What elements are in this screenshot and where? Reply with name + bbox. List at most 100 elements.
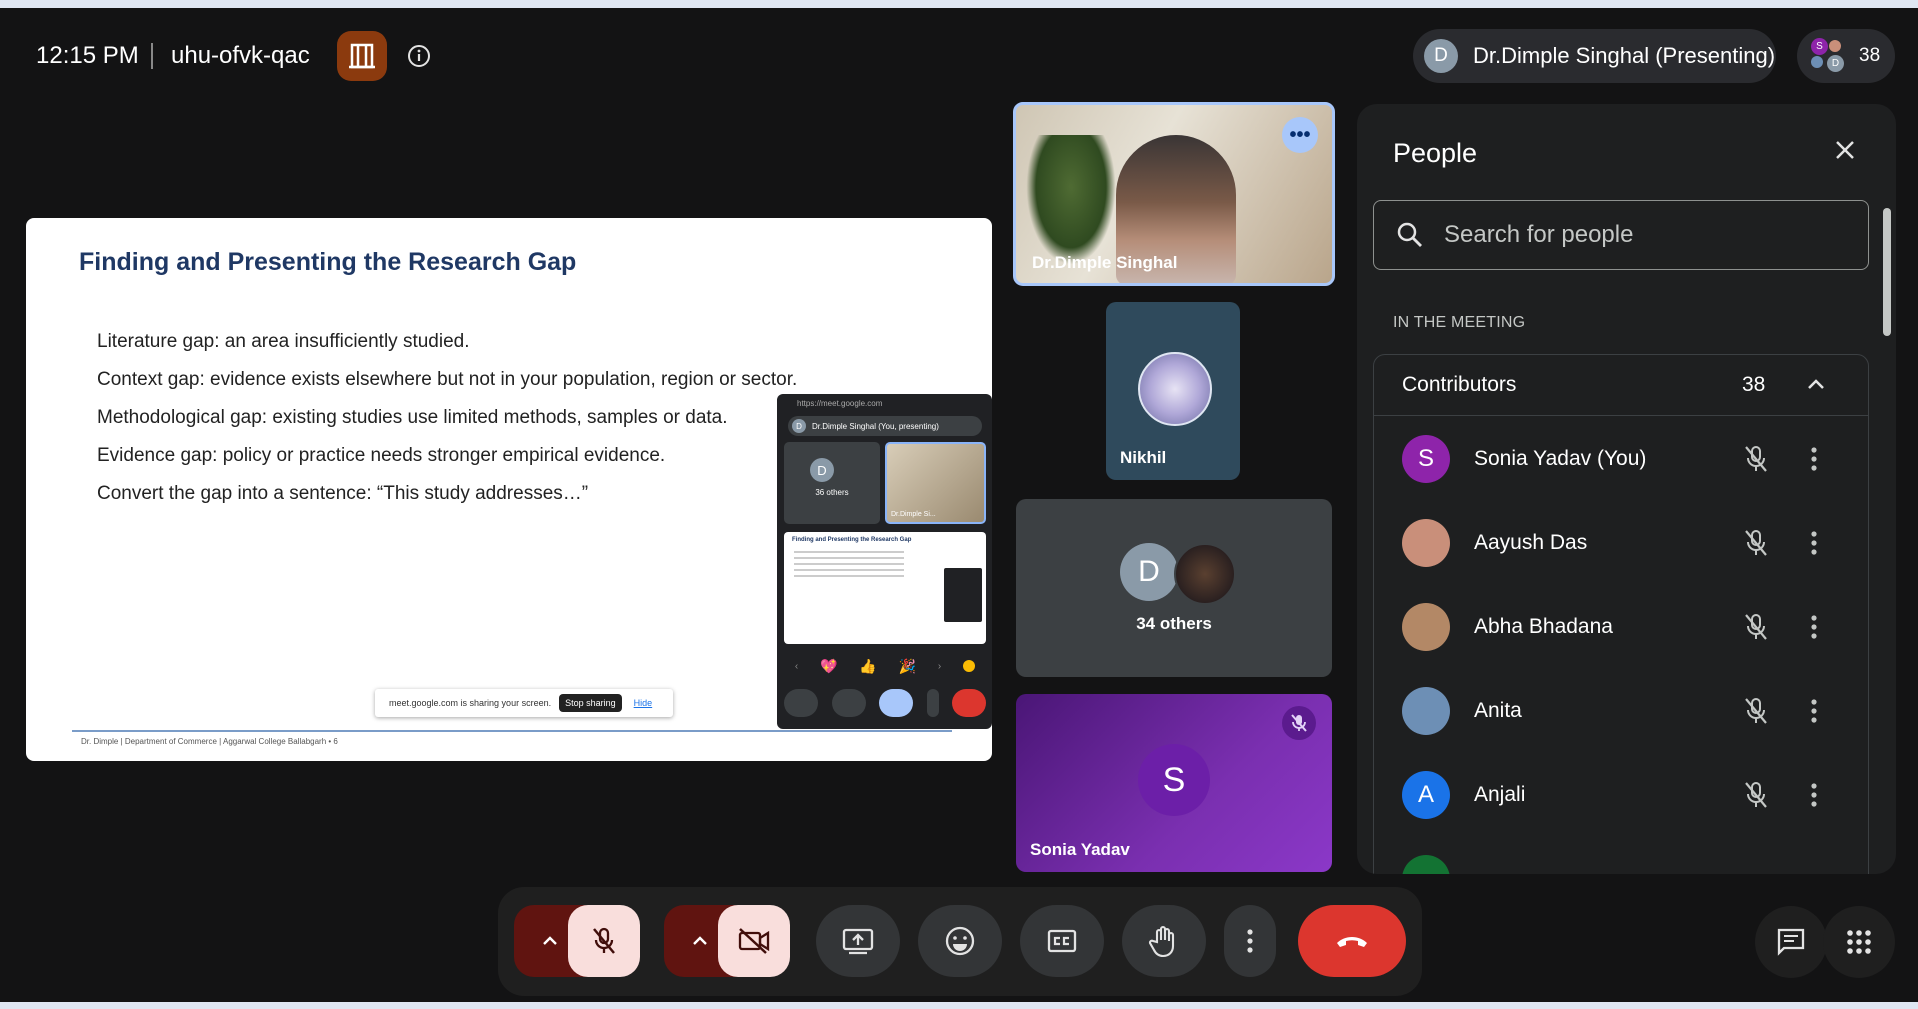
others-tile[interactable]: D 34 others — [1016, 499, 1332, 677]
participants-button[interactable]: S D 38 — [1797, 29, 1895, 83]
group-count: 38 — [1742, 373, 1766, 396]
participant-row[interactable]: Aayush Das — [1374, 503, 1868, 587]
more-icon[interactable] — [1810, 611, 1818, 643]
hide-link: Hide — [633, 698, 653, 708]
presenter-video-tile[interactable]: ••• Dr.Dimple Singhal — [1013, 102, 1335, 286]
mini-avatar: D — [1827, 55, 1844, 72]
chevron-right-icon: › — [937, 660, 942, 672]
search-icon — [1397, 222, 1422, 247]
mic-off-icon — [1745, 446, 1767, 472]
more-icon[interactable] — [1810, 779, 1818, 811]
presenter-chip[interactable]: D Dr.Dimple Singhal (Presenting) — [1413, 29, 1776, 83]
tile-name: Nikhil — [1120, 448, 1167, 467]
participant-avatar — [1402, 687, 1450, 735]
more-icon — [926, 689, 939, 717]
participant-row[interactable]: A Anjali — [1374, 755, 1868, 839]
toggle-mic-button[interactable] — [568, 905, 640, 977]
reaction-party: 🎉 — [898, 657, 917, 674]
group-label: Contributors — [1402, 373, 1517, 396]
participant-name: Abha Bhadana — [1474, 615, 1613, 638]
others-avatar-photo — [1174, 543, 1236, 605]
pip-slide-title: Finding and Presenting the Research Gap — [792, 537, 912, 543]
section-label: IN THE MEETING — [1393, 314, 1526, 331]
people-panel: People Search for people IN THE MEETING … — [1357, 104, 1896, 874]
breakout-room-button[interactable] — [337, 31, 387, 81]
door-icon — [349, 43, 375, 69]
panel-scrollbar[interactable] — [1883, 208, 1891, 336]
others-label: 34 others — [1136, 614, 1212, 633]
captions-button[interactable] — [1020, 905, 1104, 977]
participant-avatar — [1402, 603, 1450, 651]
emoji-icon — [945, 926, 975, 956]
more-icon[interactable] — [1810, 695, 1818, 727]
pip-presenting-bar: D Dr.Dimple Singhal (You, presenting) — [788, 416, 982, 436]
tile-more-options-button[interactable]: ••• — [1282, 117, 1318, 153]
slide-line: Literature gap: an area insufficiently s… — [97, 331, 470, 352]
stop-sharing-button: Stop sharing — [559, 694, 622, 712]
pip-others-tile: D 36 others — [784, 442, 880, 524]
camera-icon — [831, 689, 866, 717]
contributors-header[interactable]: Contributors 38 — [1374, 355, 1868, 416]
reactions-button[interactable] — [918, 905, 1002, 977]
picture-in-picture-window: https://meet.google.com D Dr.Dimple Sing… — [777, 394, 992, 729]
chevron-up-icon — [543, 936, 557, 945]
more-icon[interactable] — [1810, 527, 1818, 559]
raise-hand-button[interactable] — [1122, 905, 1206, 977]
tile-name: Sonia Yadav — [1030, 840, 1130, 859]
participant-tile-nikhil[interactable]: Nikhil — [1106, 302, 1240, 480]
pip-controls — [784, 686, 986, 720]
chevron-left-icon: ‹ — [794, 660, 799, 672]
chat-button[interactable] — [1755, 906, 1827, 978]
participant-row[interactable]: Abha Bhadana — [1374, 587, 1868, 671]
window-bottom-border — [0, 1002, 1918, 1009]
pip-others-avatar: D — [810, 458, 834, 482]
search-people-input[interactable]: Search for people — [1373, 200, 1869, 270]
participant-row[interactable]: S Sonia Yadav (You) — [1374, 419, 1868, 503]
tile-name: Dr.Dimple Singhal — [1032, 253, 1178, 272]
presenter-label: Dr.Dimple Singhal (Presenting) — [1473, 43, 1776, 68]
leave-call-button[interactable] — [1298, 905, 1406, 977]
pip-others-label: 36 others — [815, 488, 849, 497]
slide-line: Evidence gap: policy or practice needs s… — [97, 445, 666, 466]
participant-row[interactable]: Anita — [1374, 671, 1868, 755]
captions-icon — [1047, 929, 1077, 953]
mic-off-icon — [1745, 530, 1767, 556]
others-avatars: D — [1120, 543, 1240, 605]
mini-avatar-photo — [1829, 40, 1841, 52]
participant-name: Anjali — [1474, 783, 1526, 806]
reaction-heart: 💖 — [820, 657, 838, 674]
slide-line: Context gap: evidence exists elsewhere b… — [97, 369, 798, 390]
window-top-border — [0, 0, 1918, 8]
self-video-tile[interactable]: S Sonia Yadav — [1016, 694, 1332, 872]
meeting-info-button[interactable] — [406, 43, 432, 74]
apps-icon — [1847, 930, 1871, 954]
close-panel-button[interactable] — [1833, 138, 1857, 167]
present-button[interactable] — [816, 905, 900, 977]
share-message: meet.google.com is sharing your screen. — [389, 698, 552, 708]
others-avatar: D — [1120, 543, 1178, 601]
present-icon — [842, 928, 874, 955]
header-divider — [151, 43, 153, 69]
pip-slide-lines — [794, 551, 904, 553]
participant-count: 38 — [1859, 45, 1881, 66]
slide-footer: Dr. Dimple | Department of Commerce | Ag… — [81, 737, 338, 746]
pip-reactions: ‹ 💖 👍 🎉 › — [784, 651, 986, 681]
camera-off-icon — [738, 928, 770, 954]
more-options-button[interactable] — [1224, 905, 1276, 977]
shared-screen: Finding and Presenting the Research Gap … — [26, 218, 992, 761]
activities-button[interactable] — [1823, 906, 1895, 978]
more-icon[interactable] — [1810, 443, 1818, 475]
emoji-icon — [963, 660, 976, 672]
close-icon — [1836, 141, 1854, 159]
mic-off-icon — [1291, 714, 1307, 732]
participant-avatar — [1402, 519, 1450, 567]
meeting-code: uhu-ofvk-qac — [171, 42, 310, 69]
toggle-camera-button[interactable] — [718, 905, 790, 977]
pip-slide-preview: Finding and Presenting the Research Gap — [784, 532, 986, 644]
participant-avatar — [1138, 352, 1212, 426]
chat-icon — [1777, 928, 1805, 956]
muted-badge — [1282, 706, 1316, 740]
pip-camera-tile: Dr.Dimple Si... — [885, 442, 986, 524]
reaction-thumbs-up: 👍 — [859, 657, 877, 674]
slide-bullets: Literature gap: an area insufficiently s… — [97, 330, 797, 520]
